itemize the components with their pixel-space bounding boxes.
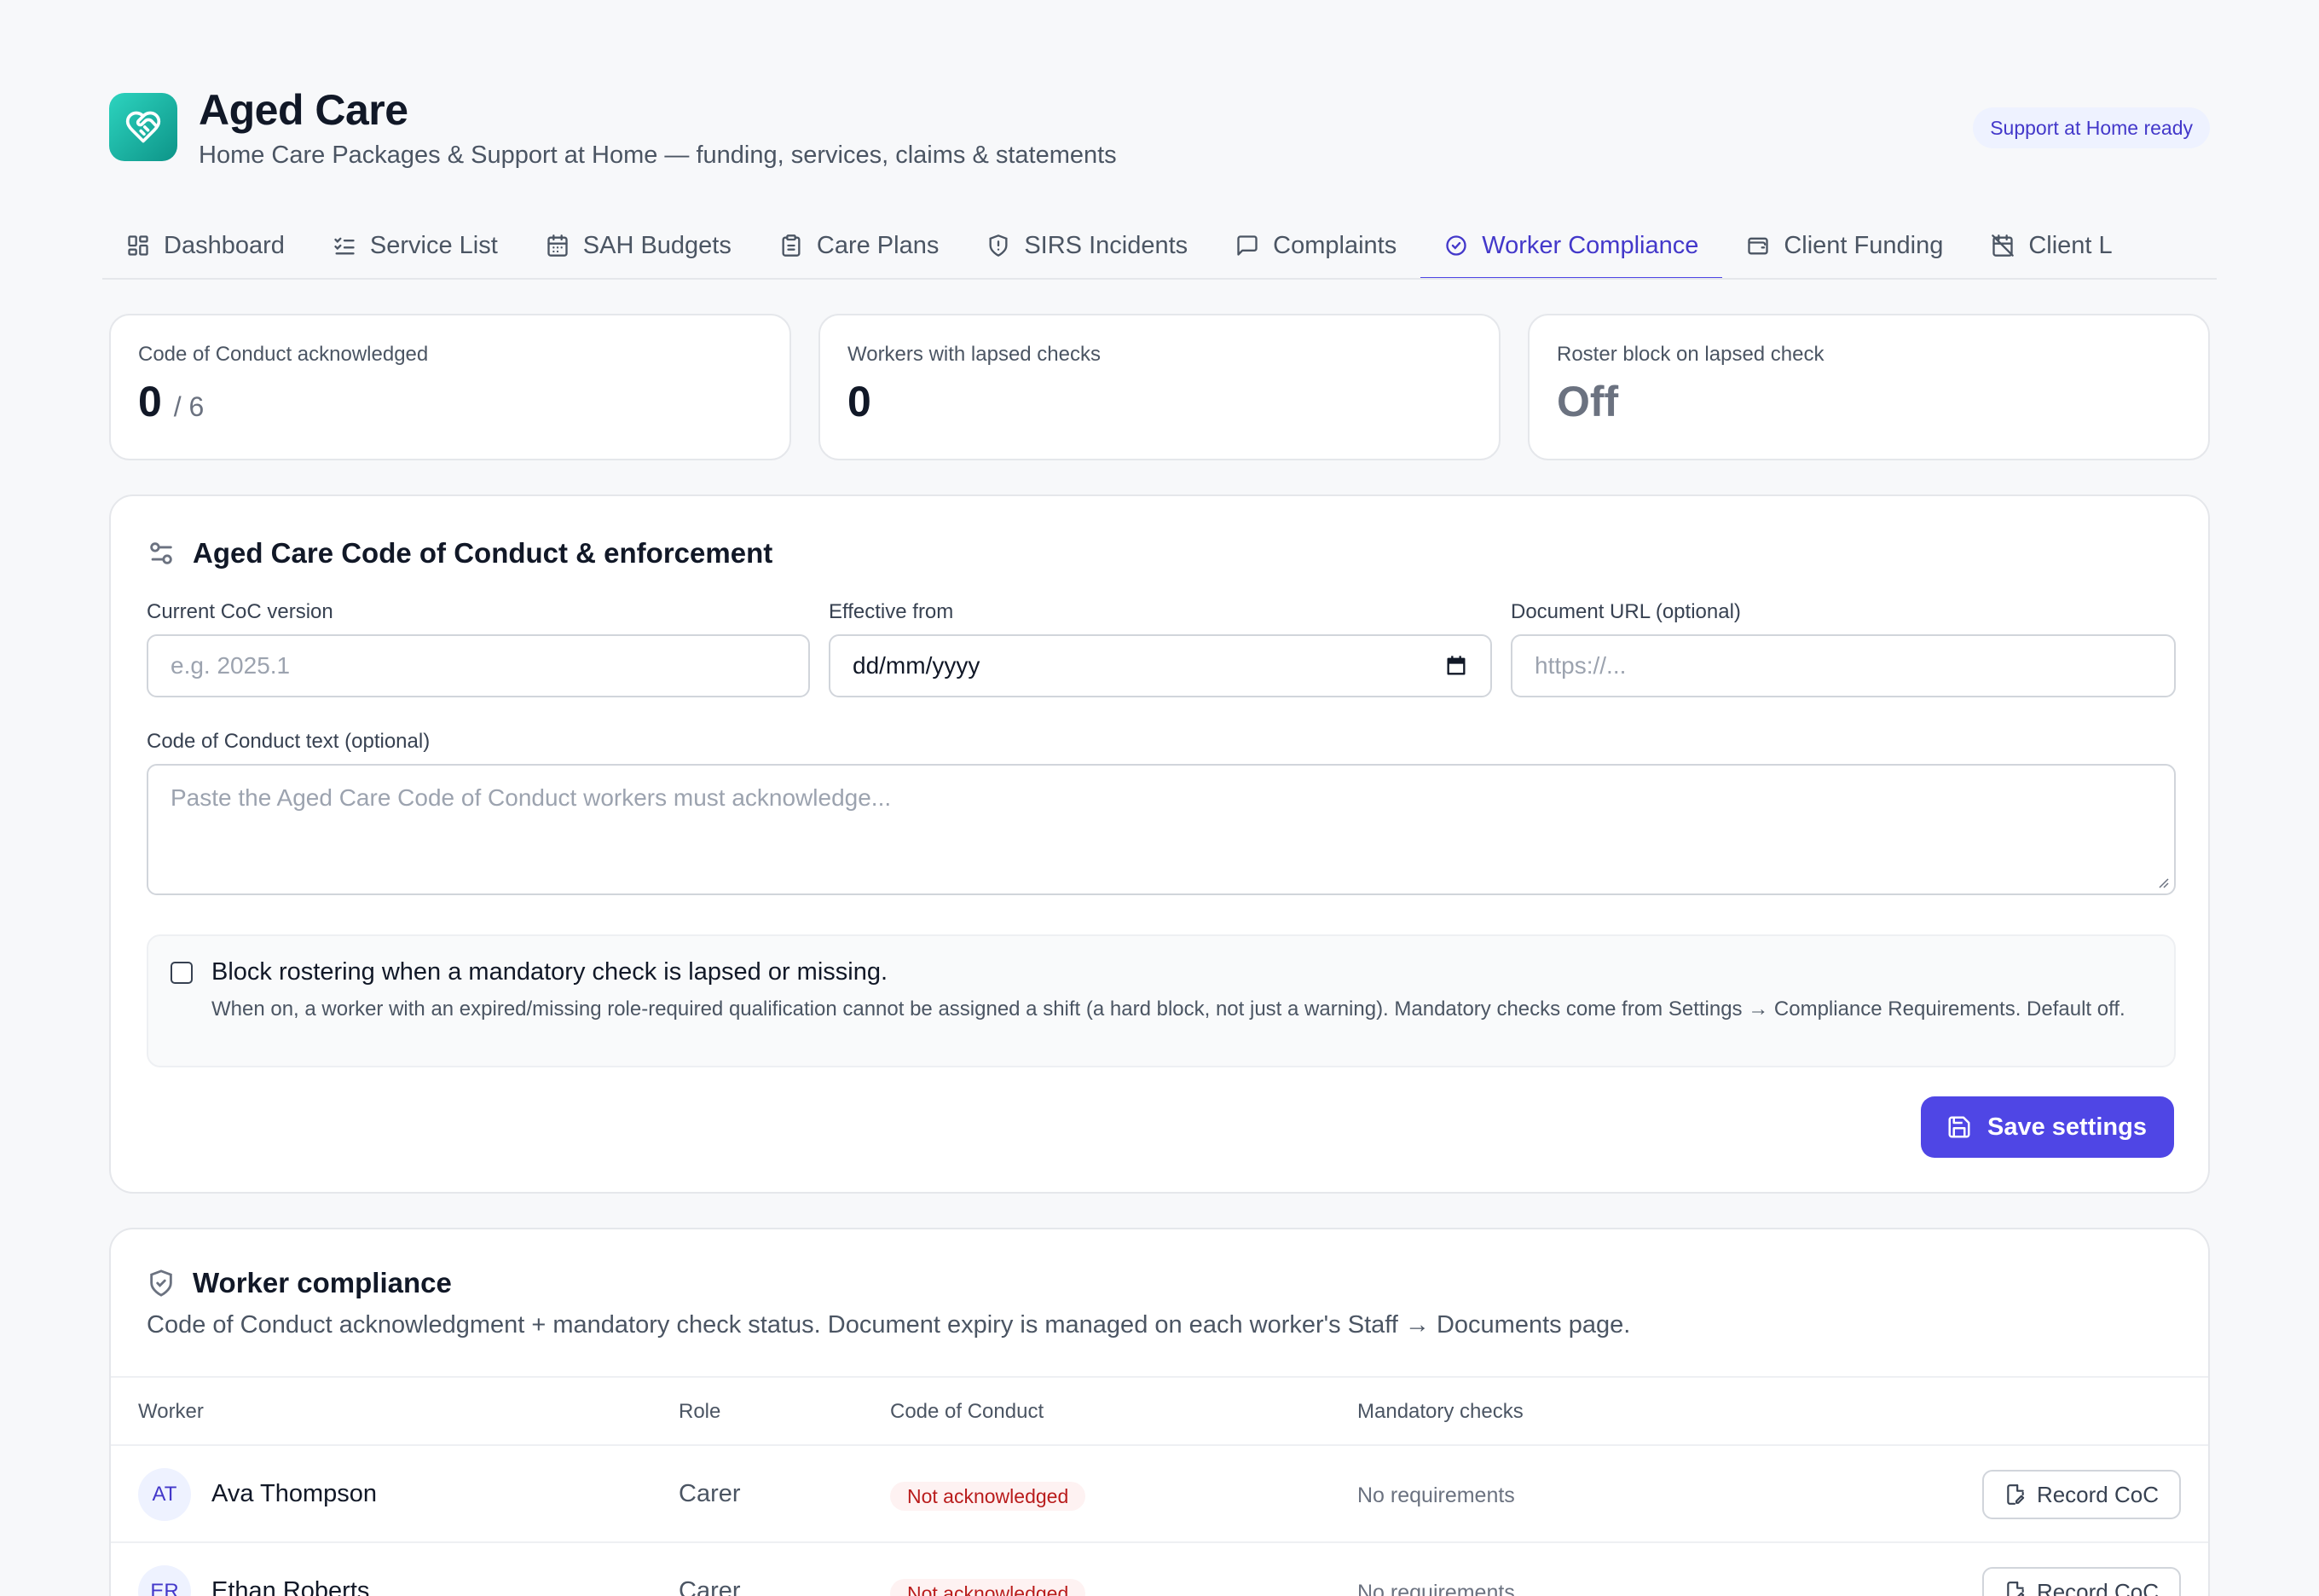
tab-worker-compliance[interactable]: Worker Compliance	[1420, 213, 1723, 278]
shield-alert-icon	[989, 234, 1008, 257]
table-row: ER Ethan Roberts Carer Not acknowledged …	[111, 1543, 2208, 1596]
support-at-home-badge: Support at Home ready	[1973, 107, 2210, 148]
roster-block-option: Block rostering when a mandatory check i…	[147, 934, 2176, 1067]
table-row: AT Ava Thompson Carer Not acknowledged N…	[111, 1446, 2208, 1543]
stats-row: Code of Conduct acknowledged 0 / 6 Worke…	[109, 314, 2210, 460]
save-settings-button[interactable]: Save settings	[1921, 1096, 2174, 1158]
tab-service-list[interactable]: Service List	[309, 213, 522, 278]
textarea-placeholder: Paste the Aged Care Code of Conduct work…	[171, 784, 892, 811]
document-url-label: Document URL (optional)	[1511, 600, 1741, 623]
list-check-icon	[334, 237, 355, 255]
stat-card-lapsed-checks: Workers with lapsed checks 0	[818, 314, 1501, 460]
tab-client-leave[interactable]: Client L	[1967, 213, 2136, 278]
mandatory-checks-status: No requirements	[1357, 1581, 1515, 1596]
tab-sah-budgets[interactable]: SAH Budgets	[522, 213, 755, 278]
save-icon	[1948, 1116, 1970, 1138]
column-header-worker: Worker	[138, 1400, 204, 1423]
tab-label: Care Plans	[816, 231, 940, 259]
stat-label: Code of Conduct acknowledged	[138, 343, 429, 366]
worker-name: Ava Thompson	[211, 1480, 377, 1507]
stat-label: Roster block on lapsed check	[1557, 343, 1825, 366]
file-edit-icon	[2007, 1582, 2025, 1596]
heart-handshake-icon	[109, 93, 177, 161]
save-label: Save settings	[1987, 1113, 2147, 1141]
effective-from-date-input[interactable]: dd/mm/yyyy	[829, 634, 1492, 697]
clipboard-icon	[782, 234, 801, 257]
shield-check-icon	[150, 1269, 172, 1297]
coc-status-badge: Not acknowledged	[890, 1482, 1086, 1511]
tab-sirs-incidents[interactable]: SIRS Incidents	[963, 213, 1212, 278]
tab-complaints[interactable]: Complaints	[1212, 213, 1420, 278]
tab-label: SAH Budgets	[582, 231, 732, 259]
stat-value: 0 / 6	[138, 378, 205, 425]
column-header-coc: Code of Conduct	[890, 1400, 1044, 1423]
worker-name: Ethan Roberts	[211, 1577, 370, 1596]
coc-version-input[interactable]: e.g. 2025.1	[147, 634, 810, 697]
roster-block-description: When on, a worker with an expired/missin…	[211, 998, 2125, 1021]
message-square-icon	[1237, 235, 1258, 256]
record-coc-button[interactable]: Record CoC	[1981, 1567, 2181, 1596]
coc-status-badge: Not acknowledged	[890, 1579, 1086, 1596]
wallet-icon	[1748, 237, 1769, 255]
dashboard-icon	[128, 235, 148, 256]
worker-role: Carer	[679, 1577, 741, 1596]
calendar-icon	[547, 234, 568, 257]
coc-text-textarea[interactable]: Paste the Aged Care Code of Conduct work…	[147, 764, 2176, 895]
stat-value: 0	[847, 378, 871, 425]
tab-label: Complaints	[1273, 231, 1397, 259]
coc-text-label: Code of Conduct text (optional)	[147, 730, 431, 753]
column-header-role: Role	[679, 1400, 721, 1423]
tab-label: Service List	[369, 231, 498, 259]
panel-title: Worker compliance	[147, 1267, 452, 1299]
column-header-checks: Mandatory checks	[1357, 1400, 1524, 1423]
tab-label: Client Funding	[1784, 231, 1944, 259]
mandatory-checks-status: No requirements	[1357, 1483, 1515, 1507]
stat-label: Workers with lapsed checks	[847, 343, 1101, 366]
panel-title: Aged Care Code of Conduct & enforcement	[147, 537, 772, 570]
tab-label: Dashboard	[164, 231, 285, 259]
worker-role: Carer	[679, 1480, 741, 1507]
coc-settings-panel: Aged Care Code of Conduct & enforcement …	[109, 494, 2210, 1194]
settings-sliders-icon	[150, 542, 172, 564]
file-edit-icon	[2007, 1484, 2025, 1505]
stat-card-coc-acknowledged: Code of Conduct acknowledged 0 / 6	[109, 314, 791, 460]
avatar: ER	[138, 1565, 191, 1596]
tab-care-plans[interactable]: Care Plans	[755, 213, 963, 278]
tab-dashboard[interactable]: Dashboard	[102, 213, 309, 278]
coc-version-label: Current CoC version	[147, 600, 333, 623]
tab-label: Worker Compliance	[1482, 231, 1699, 259]
stat-card-roster-block: Roster block on lapsed check Off	[1528, 314, 2210, 460]
stat-denominator: / 6	[173, 391, 205, 422]
aged-care-page: Aged Care Home Care Packages & Support a…	[0, 0, 2319, 1596]
tab-label: Client L	[2028, 231, 2113, 259]
resize-grip-icon[interactable]	[2155, 875, 2169, 888]
stat-value: Off	[1557, 378, 1619, 425]
tab-bar: Dashboard Service List SAH Budgets Care …	[102, 213, 2217, 280]
tab-client-funding[interactable]: Client Funding	[1722, 213, 1967, 278]
check-circle-icon	[1446, 235, 1466, 256]
date-value: dd/mm/yyyy	[853, 652, 980, 679]
table-header: Worker Role Code of Conduct Mandatory ch…	[111, 1376, 2208, 1446]
calendar-off-icon	[1992, 234, 2015, 257]
calendar-icon[interactable]	[1444, 654, 1468, 678]
document-url-input[interactable]: https://...	[1511, 634, 2176, 697]
app-subtitle: Home Care Packages & Support at Home — f…	[199, 142, 1117, 169]
avatar: AT	[138, 1468, 191, 1521]
worker-table: Worker Role Code of Conduct Mandatory ch…	[111, 1376, 2208, 1596]
panel-subtitle: Code of Conduct acknowledgment + mandato…	[147, 1311, 1631, 1339]
effective-from-label: Effective from	[829, 600, 954, 623]
roster-block-title[interactable]: Block rostering when a mandatory check i…	[211, 958, 888, 986]
tab-label: SIRS Incidents	[1024, 231, 1188, 259]
worker-compliance-panel: Worker compliance Code of Conduct acknow…	[109, 1228, 2210, 1596]
roster-block-checkbox[interactable]	[171, 962, 193, 984]
app-header: Aged Care Home Care Packages & Support a…	[109, 86, 2210, 171]
record-coc-button[interactable]: Record CoC	[1981, 1470, 2181, 1519]
app-title: Aged Care	[199, 86, 408, 134]
